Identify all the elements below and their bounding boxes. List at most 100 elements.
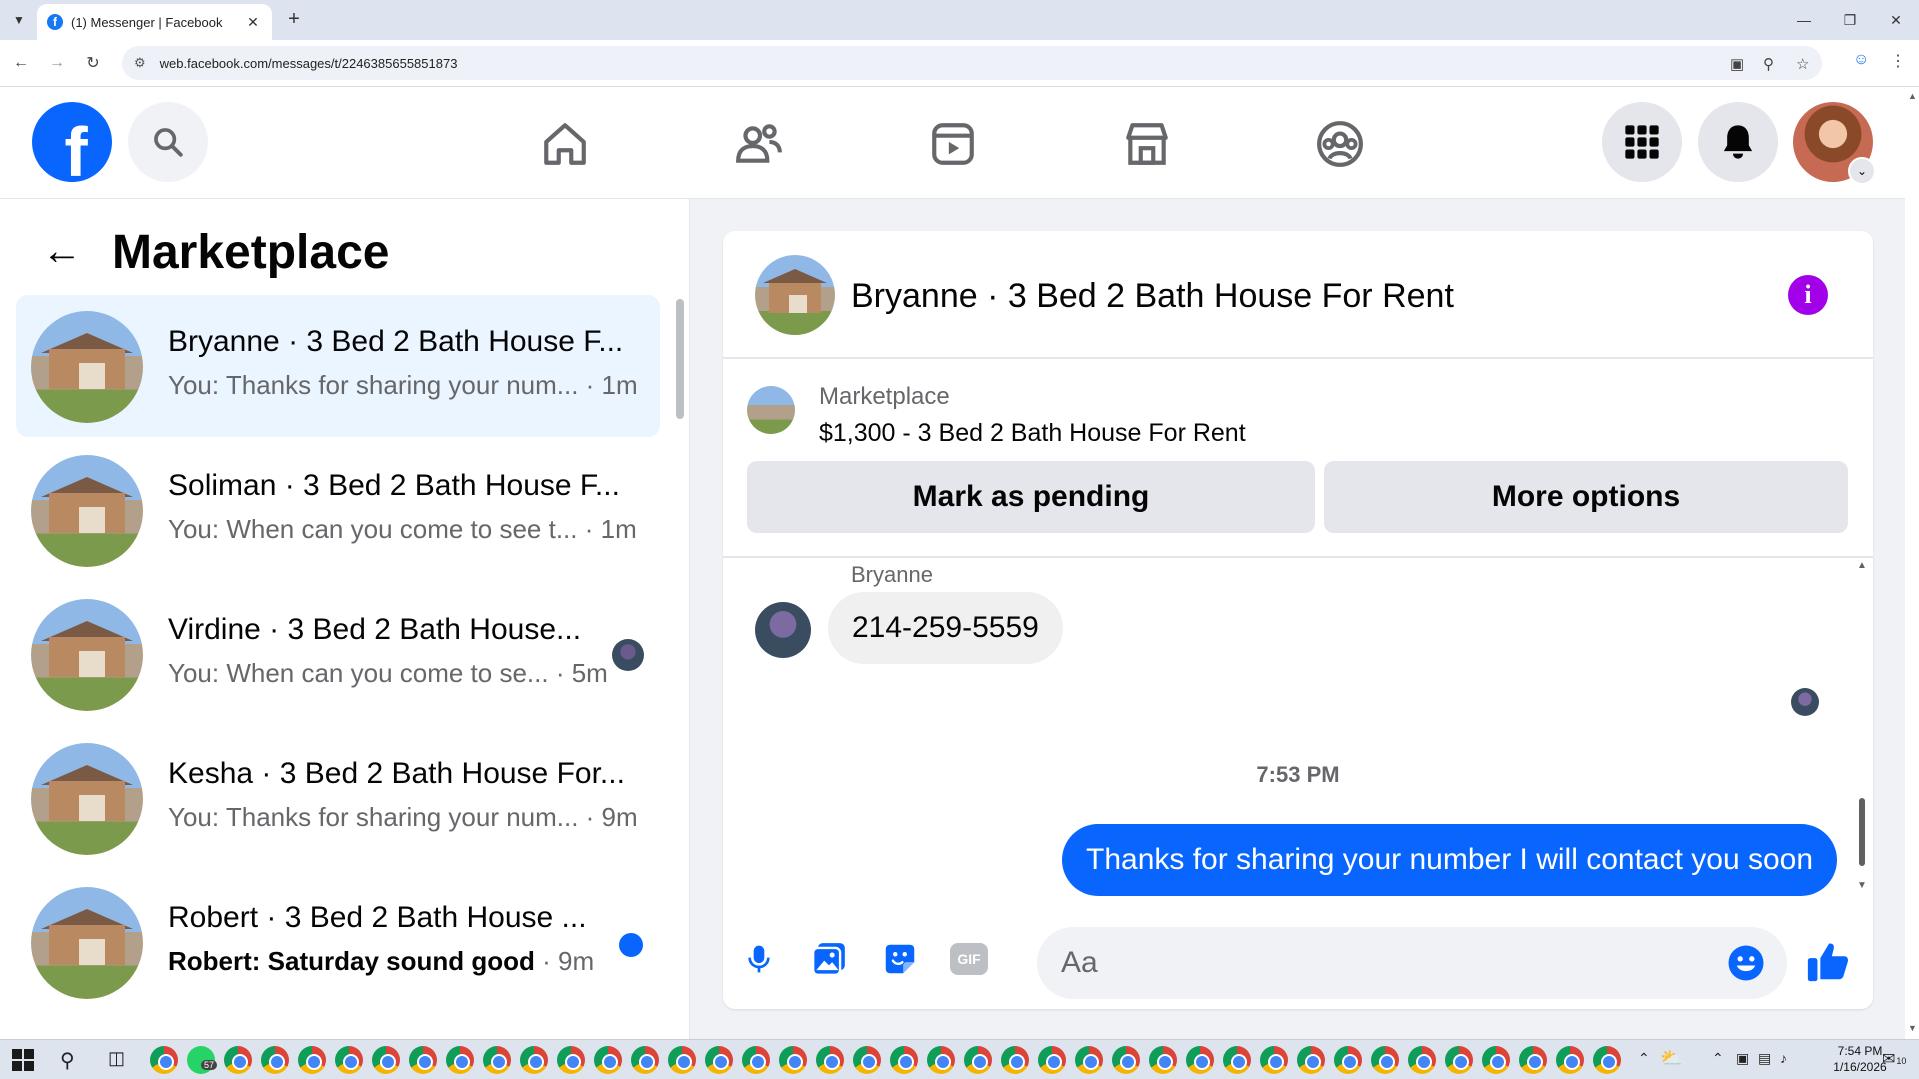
- nav-groups[interactable]: [1313, 117, 1367, 171]
- chat-title[interactable]: Bryanne · 3 Bed 2 Bath House For Rent: [851, 277, 1454, 316]
- windows-start-icon[interactable]: [12, 1049, 34, 1071]
- info-icon[interactable]: i: [1788, 275, 1828, 315]
- taskbar-search-icon[interactable]: ⚲: [60, 1048, 75, 1073]
- chrome-taskbar-icon[interactable]: [1519, 1046, 1547, 1074]
- conversation-item-virdine[interactable]: Virdine · 3 Bed 2 Bath House... You: Whe…: [16, 583, 660, 725]
- chrome-taskbar-icon[interactable]: [668, 1046, 696, 1074]
- chrome-taskbar-icon[interactable]: [594, 1046, 622, 1074]
- chrome-taskbar-icon[interactable]: [1371, 1046, 1399, 1074]
- chrome-taskbar-icon[interactable]: [705, 1046, 733, 1074]
- mark-as-pending-button[interactable]: Mark as pending: [747, 461, 1315, 533]
- restore-icon[interactable]: ❐: [1827, 6, 1873, 34]
- chrome-taskbar-icon[interactable]: [964, 1046, 992, 1074]
- chrome-taskbar-icon[interactable]: [853, 1046, 881, 1074]
- new-tab-plus-icon[interactable]: +: [282, 8, 306, 31]
- nav-home[interactable]: [538, 117, 592, 171]
- sticker-button[interactable]: [878, 937, 922, 981]
- chrome-taskbar-icon[interactable]: [1445, 1046, 1473, 1074]
- chrome-taskbar-icon[interactable]: [1038, 1046, 1066, 1074]
- chrome-taskbar-icon[interactable]: [816, 1046, 844, 1074]
- message-input[interactable]: [1037, 927, 1787, 999]
- outgoing-message[interactable]: Thanks for sharing your number I will co…: [1062, 824, 1838, 896]
- listing-title[interactable]: $1,300 - 3 Bed 2 Bath House For Rent: [819, 419, 1246, 448]
- listing-thumbnail[interactable]: [747, 386, 795, 434]
- notification-center-icon[interactable]: ✉10: [1882, 1049, 1906, 1069]
- back-icon[interactable]: ←: [8, 50, 34, 76]
- chrome-taskbar-icon[interactable]: [1075, 1046, 1103, 1074]
- taskbar-overflow-icon[interactable]: ⌃: [1638, 1050, 1650, 1067]
- chrome-taskbar-icon[interactable]: [631, 1046, 659, 1074]
- address-bar[interactable]: ⚙ web.facebook.com/messages/t/2246385655…: [122, 46, 1822, 80]
- window-close-icon[interactable]: ✕: [1873, 6, 1919, 34]
- conversation-item-kesha[interactable]: Kesha · 3 Bed 2 Bath House For... You: T…: [16, 727, 660, 869]
- voice-clip-button[interactable]: [737, 937, 781, 981]
- weather-tray-icon[interactable]: ⛅: [1660, 1048, 1682, 1069]
- chrome-taskbar-icon[interactable]: [1556, 1046, 1584, 1074]
- bookmark-star-icon[interactable]: ☆: [1796, 55, 1809, 73]
- chrome-taskbar-icon[interactable]: [446, 1046, 474, 1074]
- scroll-down-arrow-icon[interactable]: ▼: [1857, 880, 1867, 891]
- scroll-up-arrow-icon[interactable]: ▲: [1857, 560, 1867, 571]
- chrome-taskbar-icon[interactable]: [1260, 1046, 1288, 1074]
- chrome-taskbar-icon[interactable]: [224, 1046, 252, 1074]
- tab-list-chevron-icon[interactable]: ▼: [8, 9, 30, 31]
- profile-icon[interactable]: ☺: [1853, 51, 1869, 69]
- task-view-icon[interactable]: ◫: [108, 1048, 125, 1069]
- chrome-taskbar-icon[interactable]: [409, 1046, 437, 1074]
- chat-listing-avatar[interactable]: [755, 255, 835, 335]
- reload-icon[interactable]: ↻: [80, 50, 106, 76]
- nav-friends[interactable]: [732, 117, 786, 171]
- minimize-icon[interactable]: —: [1781, 6, 1827, 34]
- chrome-taskbar-icon[interactable]: [483, 1046, 511, 1074]
- page-scrollbar[interactable]: ▲ ▼: [1905, 87, 1919, 1039]
- install-app-icon[interactable]: ▣: [1730, 55, 1744, 73]
- nav-video[interactable]: [926, 117, 980, 171]
- network-tray-icon[interactable]: ▤: [1758, 1050, 1771, 1067]
- nav-marketplace[interactable]: [1120, 117, 1174, 171]
- volume-tray-icon[interactable]: ♪: [1780, 1050, 1787, 1066]
- whatsapp-taskbar-icon[interactable]: 57: [187, 1046, 218, 1074]
- chrome-taskbar-icon[interactable]: [1149, 1046, 1177, 1074]
- sender-avatar[interactable]: [755, 602, 811, 658]
- gif-button[interactable]: GIF: [947, 937, 991, 981]
- chrome-taskbar-icon[interactable]: [1112, 1046, 1140, 1074]
- chrome-taskbar-icon[interactable]: [742, 1046, 770, 1074]
- zoom-icon[interactable]: ⚲: [1763, 55, 1774, 73]
- chrome-taskbar-icon[interactable]: [1223, 1046, 1251, 1074]
- search-button[interactable]: [128, 102, 208, 182]
- back-arrow-icon[interactable]: ←: [42, 229, 82, 274]
- browser-tab[interactable]: f (1) Messenger | Facebook ✕: [37, 4, 272, 40]
- incoming-message[interactable]: 214-259-5559: [828, 592, 1063, 664]
- page-scroll-up-icon[interactable]: ▲: [1908, 91, 1917, 101]
- like-button[interactable]: [1805, 939, 1851, 985]
- chrome-taskbar-icon[interactable]: [372, 1046, 400, 1074]
- chrome-taskbar-icon[interactable]: [1334, 1046, 1362, 1074]
- more-options-button[interactable]: More options: [1324, 461, 1848, 533]
- conversation-list-scrollbar[interactable]: [676, 299, 684, 419]
- chrome-taskbar-icon[interactable]: [927, 1046, 955, 1074]
- chrome-taskbar-icon[interactable]: [557, 1046, 585, 1074]
- chrome-taskbar-icon[interactable]: [1408, 1046, 1436, 1074]
- browser-menu-icon[interactable]: ⋮: [1890, 51, 1906, 71]
- conversation-item-soliman[interactable]: Soliman · 3 Bed 2 Bath House F... You: W…: [16, 439, 660, 581]
- conversation-item-bryanne[interactable]: Bryanne · 3 Bed 2 Bath House F... You: T…: [16, 295, 660, 437]
- chrome-taskbar-icon[interactable]: [1482, 1046, 1510, 1074]
- attach-photo-button[interactable]: [807, 937, 851, 981]
- chrome-taskbar-icon[interactable]: [1186, 1046, 1214, 1074]
- chrome-taskbar-icon[interactable]: [150, 1046, 178, 1074]
- facebook-logo-icon[interactable]: f: [32, 102, 112, 182]
- forward-icon[interactable]: →: [44, 50, 70, 76]
- menu-button[interactable]: [1602, 102, 1682, 182]
- chrome-taskbar-icon[interactable]: [1297, 1046, 1325, 1074]
- tab-close-icon[interactable]: ✕: [244, 14, 262, 31]
- chrome-taskbar-icon[interactable]: [298, 1046, 326, 1074]
- conversation-item-robert[interactable]: Robert · 3 Bed 2 Bath House ... Robert: …: [16, 871, 660, 1013]
- chrome-taskbar-icon[interactable]: [1593, 1046, 1621, 1074]
- show-hidden-icons-chevron-icon[interactable]: ⌃: [1712, 1050, 1724, 1067]
- account-chevron-down-icon[interactable]: ⌄: [1848, 157, 1876, 185]
- page-scroll-down-icon[interactable]: ▼: [1908, 1023, 1917, 1033]
- chrome-taskbar-icon[interactable]: [335, 1046, 363, 1074]
- chrome-taskbar-icon[interactable]: [1001, 1046, 1029, 1074]
- emoji-button[interactable]: [1726, 943, 1766, 983]
- display-tray-icon[interactable]: ▣: [1736, 1050, 1749, 1067]
